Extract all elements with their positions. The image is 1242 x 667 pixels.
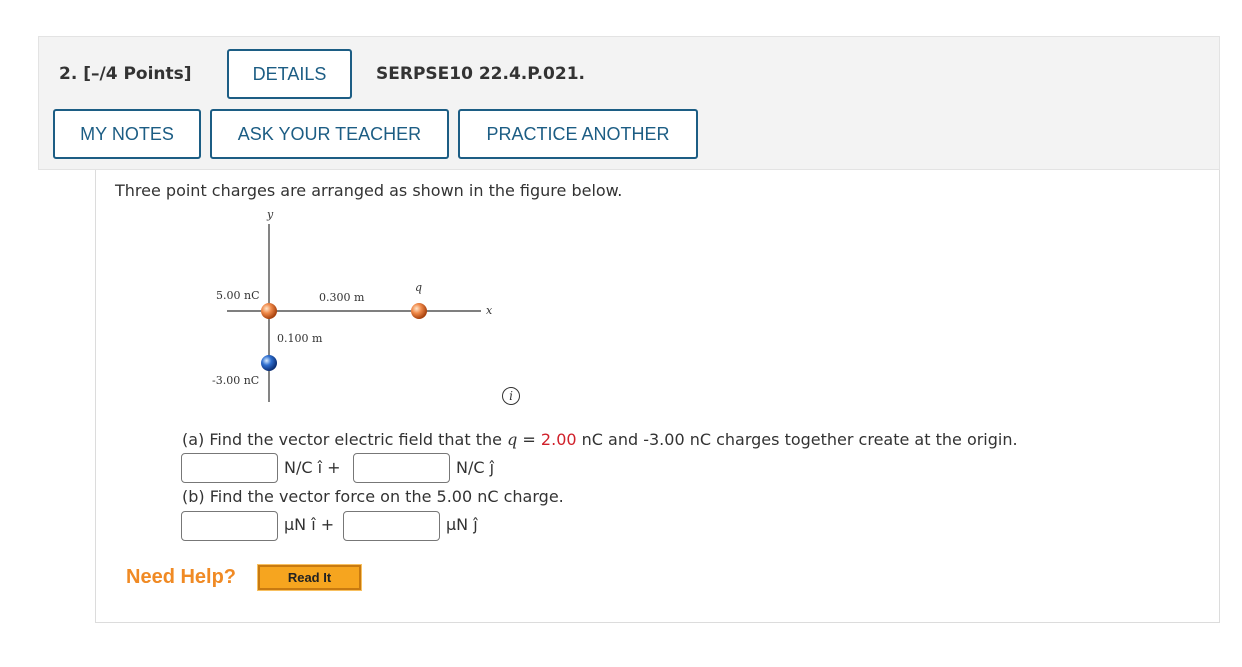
question-number-points: 2. [–/4 Points] [59, 64, 192, 84]
part-a-i-unit: N/C î + [284, 458, 341, 477]
part-b-i-input[interactable] [181, 511, 278, 541]
my-notes-button[interactable]: MY NOTES [53, 109, 201, 159]
charge-bottom-sphere [261, 355, 277, 371]
problem-intro: Three point charges are arranged as show… [115, 181, 623, 200]
distance-y-label: 0.100 m [277, 332, 323, 345]
part-a-i-input[interactable] [181, 453, 278, 483]
part-b-i-unit: μN î + [284, 515, 335, 534]
details-button[interactable]: DETAILS [227, 49, 352, 99]
charge-figure: y x 5.00 nC 0.300 m q 0.100 m -3.00 nC [212, 208, 493, 402]
question-number: 2. [59, 64, 78, 84]
y-axis-label: y [266, 208, 274, 221]
equals-sign: = [522, 430, 536, 449]
part-a-j-input[interactable] [353, 453, 450, 483]
x-axis-label: x [486, 304, 493, 317]
part-b-j-input[interactable] [343, 511, 440, 541]
problem-code: SERPSE10 22.4.P.021. [376, 64, 585, 84]
part-a-prefix: (a) Find the vector electric field that … [182, 430, 502, 449]
charge-q-sphere [411, 303, 427, 319]
ask-your-teacher-button[interactable]: ASK YOUR TEACHER [210, 109, 449, 159]
part-a-suffix: nC and -3.00 nC charges together create … [581, 430, 1018, 449]
charge-bottom-label: -3.00 nC [212, 374, 259, 387]
question-header: 2. [–/4 Points] DETAILS SERPSE10 22.4.P.… [38, 36, 1220, 170]
charge-top-sphere [261, 303, 277, 319]
charge-top-label: 5.00 nC [216, 289, 260, 302]
charge-q-label: q [415, 281, 422, 294]
info-icon[interactable]: i [502, 387, 520, 405]
need-help-label: Need Help? [126, 566, 237, 588]
read-it-button[interactable]: Read It [257, 564, 362, 591]
part-b-j-unit: μN ĵ [446, 515, 478, 534]
distance-x-label: 0.300 m [319, 291, 365, 304]
q-symbol: q [507, 430, 518, 449]
practice-another-button[interactable]: PRACTICE ANOTHER [458, 109, 698, 159]
question-body: Three point charges are arranged as show… [95, 170, 1220, 623]
points-label: [–/4 Points] [83, 64, 192, 84]
part-a-j-unit: N/C ĵ [456, 458, 495, 477]
part-a-prompt: (a) Find the vector electric field that … [182, 430, 1018, 449]
part-b-prompt: (b) Find the vector force on the 5.00 nC… [182, 487, 564, 506]
q-value: 2.00 [540, 430, 577, 449]
